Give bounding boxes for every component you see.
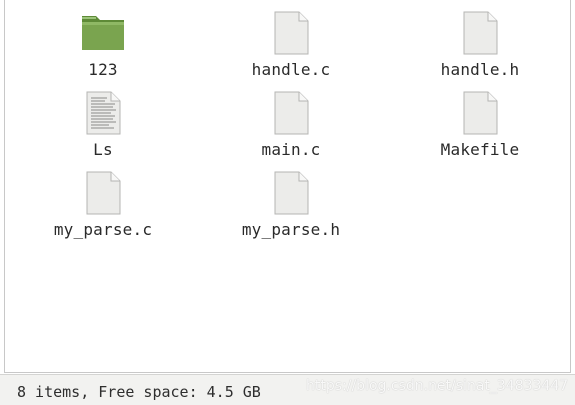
file-icon xyxy=(463,91,498,135)
file-item-handle-c[interactable]: handle.c xyxy=(211,4,371,79)
file-label: handle.c xyxy=(251,60,331,79)
file-item-handle-h[interactable]: handle.h xyxy=(400,4,560,79)
watermark-text: https://blog.csdn.net/sinat_34833447 xyxy=(306,378,569,394)
file-label: my_parse.c xyxy=(53,220,153,239)
file-item-main-c[interactable]: main.c xyxy=(211,84,371,159)
file-icon xyxy=(274,91,309,135)
file-grid[interactable]: 123 handle.c handle.h Ls main.c Makefile… xyxy=(4,0,571,373)
file-icon xyxy=(274,11,309,55)
file-icon xyxy=(86,171,121,215)
file-icon xyxy=(274,171,309,215)
file-label: Makefile xyxy=(440,140,520,159)
file-manager-window: 123 handle.c handle.h Ls main.c Makefile… xyxy=(0,0,575,405)
file-label: handle.h xyxy=(440,60,520,79)
file-item-my-parse-h[interactable]: my_parse.h xyxy=(211,164,371,239)
file-item-makefile[interactable]: Makefile xyxy=(400,84,560,159)
file-item-my-parse-c[interactable]: my_parse.c xyxy=(23,164,183,239)
file-item-123[interactable]: 123 xyxy=(23,4,183,79)
file-label: Ls xyxy=(93,140,113,159)
file-label: main.c xyxy=(261,140,321,159)
file-item-ls[interactable]: Ls xyxy=(23,84,183,159)
status-text: 8 items, Free space: 4.5 GB xyxy=(17,383,261,401)
file-icon xyxy=(463,11,498,55)
file-label: 123 xyxy=(88,60,118,79)
file-label: my_parse.h xyxy=(241,220,341,239)
folder-icon xyxy=(82,16,124,50)
status-bar: 8 items, Free space: 4.5 GB https://blog… xyxy=(0,374,575,405)
text-file-icon xyxy=(86,91,121,135)
